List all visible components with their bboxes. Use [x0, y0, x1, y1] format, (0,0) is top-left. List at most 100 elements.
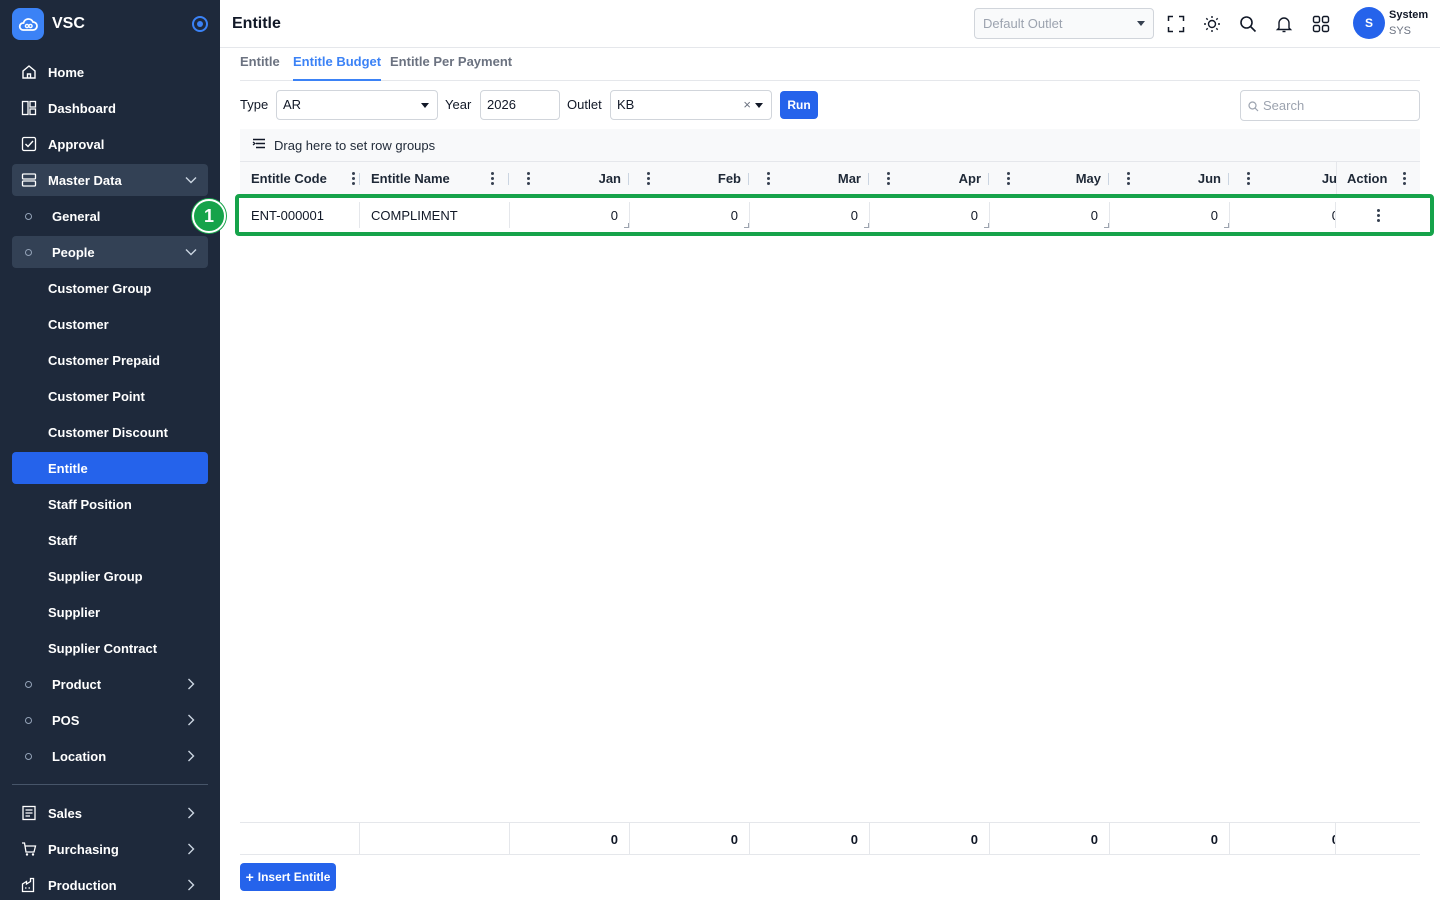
column-header-entitle-name[interactable]: Entitle Name	[371, 162, 498, 195]
tab-entitle-per-payment[interactable]: Entitle Per Payment	[390, 48, 512, 81]
column-resize-handle[interactable]	[508, 173, 509, 185]
outlet-select[interactable]: Default Outlet	[974, 8, 1154, 39]
dashboard-icon	[20, 99, 38, 117]
tab-entitle-budget[interactable]: Entitle Budget	[293, 48, 382, 81]
column-menu-icon[interactable]	[642, 170, 654, 188]
column-header-jan[interactable]: Jan	[522, 162, 631, 195]
sidebar-item-customer[interactable]: Customer	[12, 308, 208, 340]
column-header-label: Jan	[598, 171, 621, 186]
column-header-label: Entitle Name	[371, 171, 450, 186]
column-menu-icon[interactable]	[347, 170, 359, 188]
column-header-action[interactable]: Action	[1336, 162, 1420, 195]
outlet-filter-select[interactable]: KB ×	[610, 90, 772, 120]
sidebar-item-master-data[interactable]: Master Data	[12, 164, 208, 196]
run-button[interactable]: Run	[780, 91, 818, 119]
sidebar-item-supplier-group[interactable]: Supplier Group	[12, 560, 208, 592]
column-resize-handle[interactable]	[1108, 173, 1109, 185]
column-menu-icon[interactable]	[1002, 170, 1014, 188]
year-input[interactable]: 2026	[480, 90, 560, 120]
tab-entitle[interactable]: Entitle	[240, 48, 280, 81]
sidebar-item-supplier-contract[interactable]: Supplier Contract	[12, 632, 208, 664]
sidebar-item-customer-point[interactable]: Customer Point	[12, 380, 208, 412]
jan-total: 0	[510, 823, 630, 855]
sidebar-item-entitle[interactable]: Entitle	[12, 452, 208, 484]
sidebar-item-label: Supplier Group	[48, 568, 143, 584]
sidebar-item-general[interactable]: General	[12, 200, 208, 232]
sidebar-item-label: Customer Discount	[48, 424, 168, 440]
column-header-feb[interactable]: Feb	[642, 162, 751, 195]
column-resize-handle[interactable]	[868, 173, 869, 185]
column-header-entitle-code[interactable]: Entitle Code	[251, 162, 359, 195]
home-icon	[20, 63, 38, 81]
sidebar-item-staff[interactable]: Staff	[12, 524, 208, 556]
jan-value-cell[interactable]: 0	[510, 202, 630, 228]
sidebar-item-dashboard[interactable]: Dashboard	[12, 92, 208, 124]
sidebar-item-customer-prepaid[interactable]: Customer Prepaid	[12, 344, 208, 376]
sidebar-item-label: Dashboard	[48, 100, 116, 116]
may-value-cell[interactable]: 0	[990, 202, 1110, 228]
apps-grid-icon[interactable]	[1310, 13, 1332, 35]
column-header-label: Jun	[1197, 171, 1221, 186]
sales-icon	[20, 804, 38, 822]
sidebar-item-label: Production	[48, 877, 117, 893]
sidebar-item-sales[interactable]: Sales	[12, 797, 208, 829]
feb-value-cell[interactable]: 0	[630, 202, 750, 228]
column-resize-handle[interactable]	[748, 173, 749, 185]
column-menu-icon[interactable]	[1398, 170, 1410, 188]
column-header-mar[interactable]: Mar	[762, 162, 871, 195]
column-resize-handle[interactable]	[359, 173, 360, 185]
caret-down-icon	[421, 103, 429, 108]
insert-entitle-button[interactable]: + Insert Entitle	[240, 863, 336, 891]
sidebar-item-customer-discount[interactable]: Customer Discount	[12, 416, 208, 448]
sidebar-item-production[interactable]: Production	[12, 869, 208, 900]
avatar[interactable]: S	[1353, 7, 1385, 39]
search-icon[interactable]	[1237, 13, 1259, 35]
sidebar-item-pos[interactable]: POS	[12, 704, 208, 736]
apr-value-cell[interactable]: 0	[870, 202, 990, 228]
sidebar-item-label: People	[52, 244, 95, 260]
column-resize-handle[interactable]	[1228, 173, 1229, 185]
sidebar-item-label: Customer	[48, 316, 109, 332]
table-row[interactable]: ENT-000001 COMPLIMENT 0 0 0 0 0 0 0	[240, 202, 1420, 228]
year-label: Year	[445, 97, 472, 112]
sidebar-item-people[interactable]: People	[12, 236, 208, 268]
sun-icon[interactable]	[1201, 13, 1223, 35]
sidebar-item-supplier[interactable]: Supplier	[12, 596, 208, 628]
sidebar-item-customer-group[interactable]: Customer Group	[12, 272, 208, 304]
sidebar-item-approval[interactable]: Approval	[12, 128, 208, 160]
column-menu-icon[interactable]	[522, 170, 534, 188]
column-menu-icon[interactable]	[486, 170, 498, 188]
sidebar-item-label: Entitle	[48, 460, 88, 476]
sidebar-item-home[interactable]: Home	[12, 56, 208, 88]
column-header-may[interactable]: May	[1002, 162, 1111, 195]
column-header-label: Mar	[837, 171, 861, 186]
column-menu-icon[interactable]	[1242, 170, 1254, 188]
sidebar-toggle-icon[interactable]	[192, 16, 208, 32]
column-menu-icon[interactable]	[1122, 170, 1134, 188]
column-menu-icon[interactable]	[882, 170, 894, 188]
row-actions-icon[interactable]	[1372, 206, 1384, 224]
sidebar-item-location[interactable]: Location	[12, 740, 208, 772]
column-header-jul[interactable]: Ju	[1242, 162, 1337, 195]
fullscreen-icon[interactable]	[1165, 13, 1187, 35]
column-header-label: Ju	[1321, 171, 1337, 186]
column-header-apr[interactable]: Apr	[882, 162, 991, 195]
column-resize-handle[interactable]	[628, 173, 629, 185]
sidebar-item-product[interactable]: Product	[12, 668, 208, 700]
jun-value-cell[interactable]: 0	[1110, 202, 1230, 228]
bell-icon[interactable]	[1273, 13, 1295, 35]
search-field[interactable]	[1240, 90, 1420, 121]
search-input[interactable]	[1263, 98, 1413, 113]
column-resize-handle[interactable]	[988, 173, 989, 185]
clear-icon[interactable]: ×	[743, 97, 751, 112]
sidebar-item-staff-position[interactable]: Staff Position	[12, 488, 208, 520]
mar-value-cell[interactable]: 0	[750, 202, 870, 228]
jul-value-cell[interactable]: 0	[1230, 202, 1336, 228]
sidebar-item-label: Supplier	[48, 604, 101, 620]
sidebar-item-purchasing[interactable]: Purchasing	[12, 833, 208, 865]
column-header-jun[interactable]: Jun	[1122, 162, 1231, 195]
sidebar: VSC Home Dashboard Approval Master Data …	[0, 0, 220, 900]
column-menu-icon[interactable]	[762, 170, 774, 188]
row-group-dropzone[interactable]: Drag here to set row groups	[240, 129, 1420, 162]
type-select[interactable]: AR	[276, 90, 438, 120]
